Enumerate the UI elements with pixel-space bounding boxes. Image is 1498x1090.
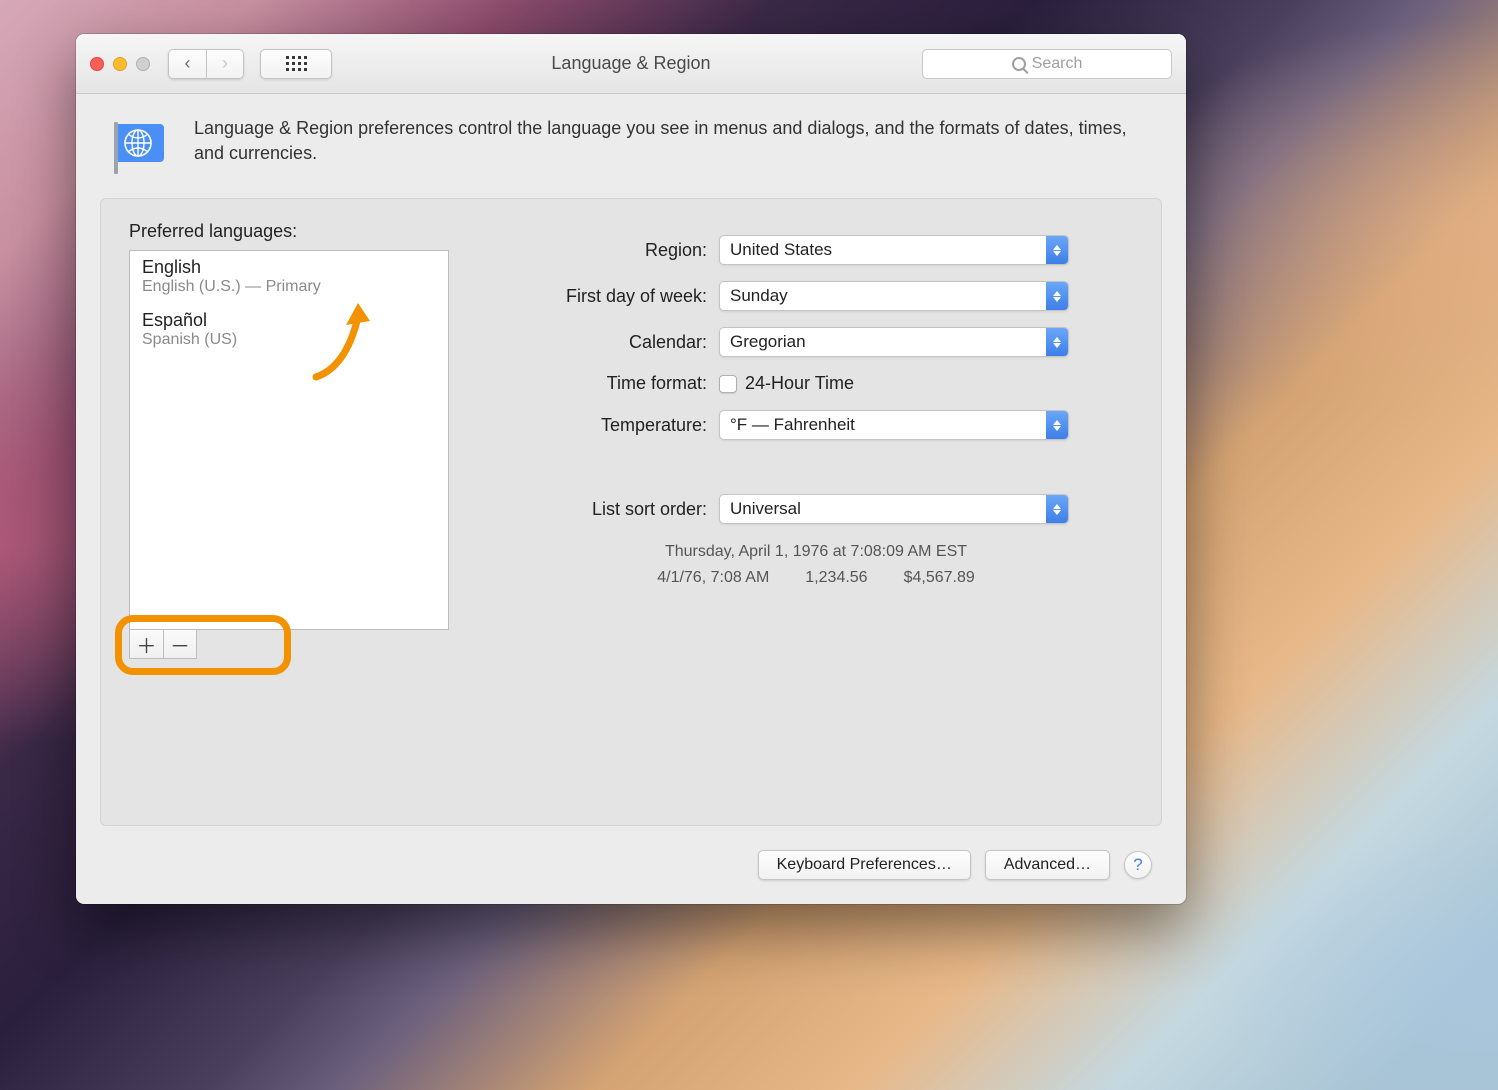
remove-language-button[interactable]: －	[163, 629, 197, 659]
24-hour-label: 24-Hour Time	[745, 373, 854, 394]
traffic-lights	[90, 57, 150, 71]
preferred-languages-label: Preferred languages:	[129, 221, 449, 242]
close-button[interactable]	[90, 57, 104, 71]
example-currency: $4,567.89	[904, 566, 975, 590]
language-name: English	[142, 257, 436, 278]
help-icon: ?	[1133, 855, 1142, 875]
updown-arrows-icon	[1046, 411, 1068, 439]
minimize-button[interactable]	[113, 57, 127, 71]
keyboard-preferences-button[interactable]: Keyboard Preferences…	[758, 850, 971, 880]
calendar-popup[interactable]: Gregorian	[719, 327, 1069, 357]
settings-column: Region: United States First day of week:…	[499, 221, 1133, 659]
chevron-left-icon: ‹	[185, 53, 191, 74]
plus-icon: ＋	[137, 630, 157, 659]
first-day-label: First day of week:	[499, 286, 719, 307]
header-description: Language & Region preferences control th…	[76, 94, 1186, 192]
minus-icon: －	[170, 630, 190, 659]
globe-flag-icon	[110, 120, 172, 176]
help-button[interactable]: ?	[1124, 851, 1152, 879]
language-list[interactable]: English English (U.S.) — Primary Español…	[129, 250, 449, 630]
footer: Keyboard Preferences… Advanced… ?	[76, 826, 1186, 904]
format-example: Thursday, April 1, 1976 at 7:08:09 AM ES…	[499, 540, 1133, 590]
example-long-date: Thursday, April 1, 1976 at 7:08:09 AM ES…	[499, 540, 1133, 564]
search-icon	[1012, 57, 1026, 71]
list-item[interactable]: English English (U.S.) — Primary	[130, 251, 448, 304]
chevron-right-icon: ›	[222, 53, 228, 74]
updown-arrows-icon	[1046, 236, 1068, 264]
main-panel: Preferred languages: English English (U.…	[100, 198, 1162, 826]
show-all-button[interactable]	[260, 49, 332, 79]
search-input[interactable]: Search	[922, 49, 1172, 79]
temperature-popup[interactable]: °F — Fahrenheit	[719, 410, 1069, 440]
list-sort-label: List sort order:	[499, 499, 719, 520]
grid-icon	[286, 56, 307, 71]
first-day-popup[interactable]: Sunday	[719, 281, 1069, 311]
back-button[interactable]: ‹	[168, 49, 206, 79]
description-text: Language & Region preferences control th…	[194, 116, 1152, 166]
updown-arrows-icon	[1046, 328, 1068, 356]
languages-column: Preferred languages: English English (U.…	[129, 221, 449, 659]
annotation-arrow-icon	[306, 297, 386, 392]
add-remove-controls: ＋ －	[129, 629, 449, 659]
advanced-button[interactable]: Advanced…	[985, 850, 1110, 880]
language-subtitle: English (U.S.) — Primary	[142, 278, 436, 296]
nav-segmented: ‹ ›	[168, 49, 244, 79]
list-sort-popup[interactable]: Universal	[719, 494, 1069, 524]
time-format-label: Time format:	[499, 373, 719, 394]
preferences-window: ‹ › Language & Region Search Language & …	[76, 34, 1186, 904]
updown-arrows-icon	[1046, 282, 1068, 310]
example-short-date: 4/1/76, 7:08 AM	[657, 566, 769, 590]
temperature-label: Temperature:	[499, 415, 719, 436]
region-label: Region:	[499, 240, 719, 261]
add-language-button[interactable]: ＋	[129, 629, 163, 659]
forward-button[interactable]: ›	[206, 49, 244, 79]
example-number: 1,234.56	[805, 566, 867, 590]
search-placeholder: Search	[1032, 55, 1083, 73]
24-hour-checkbox[interactable]	[719, 375, 737, 393]
calendar-label: Calendar:	[499, 332, 719, 353]
titlebar: ‹ › Language & Region Search	[76, 34, 1186, 94]
region-popup[interactable]: United States	[719, 235, 1069, 265]
zoom-button[interactable]	[136, 57, 150, 71]
language-subtitle: Spanish (US)	[142, 331, 436, 349]
updown-arrows-icon	[1046, 495, 1068, 523]
list-item[interactable]: Español Spanish (US)	[130, 304, 448, 357]
language-name: Español	[142, 310, 436, 331]
